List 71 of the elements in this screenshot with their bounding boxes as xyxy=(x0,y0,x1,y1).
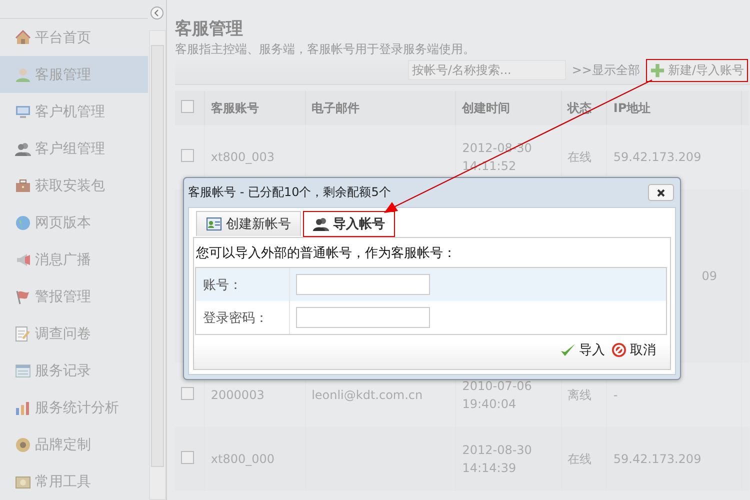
sidebar-item[interactable]: 消息广播 xyxy=(0,241,148,278)
search-field[interactable]: 按帐号/名称搜索... xyxy=(408,60,566,80)
monitor-icon xyxy=(15,104,31,120)
row-checkbox[interactable] xyxy=(181,387,194,400)
row-checkbox[interactable] xyxy=(181,451,194,464)
column-header: 创建时间 xyxy=(456,91,562,125)
collapse-icon[interactable] xyxy=(150,6,164,20)
dialog-title: 客服帐号 - 已分配10个，剩余配额5个 xyxy=(188,184,391,201)
list-icon xyxy=(15,362,31,378)
toolbox-icon xyxy=(15,474,31,490)
plus-icon xyxy=(650,62,665,78)
close-button[interactable] xyxy=(648,184,674,201)
column-header: 电子邮件 xyxy=(305,91,456,125)
show-all-link[interactable]: >>显示全部 xyxy=(572,62,640,78)
house-icon xyxy=(15,30,31,46)
badge-icon xyxy=(15,436,31,452)
note-icon xyxy=(15,326,31,342)
sidebar-item[interactable]: 获取安装包 xyxy=(0,167,148,204)
table-cell: xt800_000 xyxy=(210,452,275,466)
scrollbar[interactable] xyxy=(148,30,166,500)
table-cell: 09 xyxy=(702,269,717,283)
input-field[interactable] xyxy=(296,307,430,328)
cancel-button[interactable]: 取消 xyxy=(611,341,656,359)
cancel-icon xyxy=(611,342,627,358)
globe-icon xyxy=(15,214,31,230)
table-cell: 59.42.173.209 xyxy=(613,150,702,164)
briefcase-icon xyxy=(15,178,31,194)
table-cell: 在线 xyxy=(568,452,592,466)
id-card-icon xyxy=(206,216,222,232)
people-icon xyxy=(313,216,329,232)
input-field[interactable] xyxy=(296,274,430,295)
table-cell: 2000003 xyxy=(210,388,264,402)
sidebar-item[interactable]: 客户组管理 xyxy=(0,130,148,167)
page-subtitle: 客服指主控端、服务端，客服帐号用于登录服务端使用。 xyxy=(175,41,476,58)
table-cell-text: 2012-08-30 14:14:39 xyxy=(462,442,532,477)
sidebar-item[interactable]: 警报管理 xyxy=(0,278,148,315)
table-cell: 59.42.173.209 xyxy=(613,452,702,466)
sidebar-item[interactable]: 网页版本 xyxy=(0,204,148,241)
sidebar-item[interactable]: 平台首页 xyxy=(0,19,148,56)
column-header: IP地址 xyxy=(606,91,742,125)
dialog-tab[interactable]: 导入帐号 xyxy=(303,211,395,237)
column-header: 客服账号 xyxy=(204,91,306,125)
field-label: 账号： xyxy=(196,268,290,301)
close-icon xyxy=(656,188,666,198)
sidebar-item[interactable]: 客户机管理 xyxy=(0,93,148,130)
people-icon xyxy=(15,140,31,156)
page-title: 客服管理 xyxy=(175,18,244,40)
sidebar-item[interactable]: 客服管理 xyxy=(0,56,148,93)
dialog-tab[interactable]: 创建新帐号 xyxy=(196,211,301,236)
table-cell: xt800_003 xyxy=(210,150,275,164)
check-icon xyxy=(560,342,576,358)
table-cell: - xyxy=(613,388,618,402)
sidebar-item[interactable]: 服务记录 xyxy=(0,352,148,389)
field-label: 登录密码： xyxy=(196,301,290,334)
select-all-checkbox[interactable] xyxy=(181,100,194,113)
table-cell: 离线 xyxy=(568,388,592,402)
flag-icon xyxy=(15,288,31,304)
megaphone-icon xyxy=(15,252,31,268)
sidebar-item[interactable]: 服务统计分析 xyxy=(0,389,148,426)
row-checkbox[interactable] xyxy=(181,149,194,162)
bar-chart-icon xyxy=(15,400,31,416)
new-import-account-button[interactable]: 新建/导入账号 xyxy=(646,58,748,82)
sidebar-item[interactable]: 品牌定制 xyxy=(0,426,148,463)
table-cell-text: 2010-07-06 19:40:04 xyxy=(462,378,532,413)
sidebar-item[interactable]: 常用工具 xyxy=(0,463,148,500)
dialog-instruction: 您可以导入外部的普通帐号，作为客服帐号： xyxy=(195,244,457,263)
table-cell: 在线 xyxy=(568,150,592,164)
import-button[interactable]: 导入 xyxy=(560,341,605,359)
person-icon xyxy=(15,66,31,82)
table-cell: leonli@kdt.com.cn xyxy=(312,388,423,402)
sidebar-item[interactable]: 调查问卷 xyxy=(0,315,148,352)
